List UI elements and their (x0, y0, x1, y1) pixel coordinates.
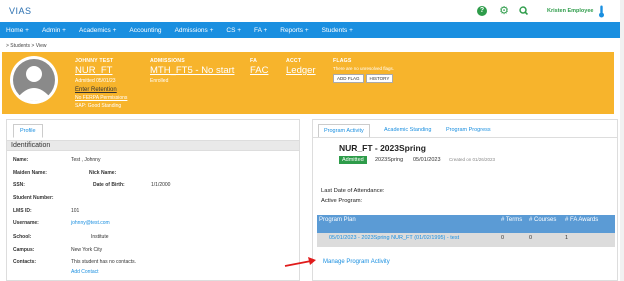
status-badge: Admitted (339, 156, 367, 164)
user-name[interactable]: Kristen Employee (547, 8, 593, 14)
program-title: NUR_FT - 2023Spring (339, 143, 426, 153)
dob-value: 1/1/2000 (151, 182, 171, 188)
field-lms-id: LMS ID: 101 (13, 208, 80, 214)
program-link[interactable]: NUR_FT (75, 65, 127, 76)
ledger-link[interactable]: Ledger (286, 65, 316, 76)
thermometer-icon[interactable] (598, 5, 605, 18)
admissions-link[interactable]: MTH_FT5 - No start (150, 65, 234, 76)
th-program-plan: Program Plan (317, 215, 499, 233)
annotation-arrow-icon (284, 257, 316, 267)
program-term: 2023Spring (375, 157, 404, 163)
fa-label: FA (250, 58, 258, 64)
nav-reports[interactable]: Reports + (280, 27, 308, 34)
created-date: Created on 01/26/2023 (449, 157, 496, 162)
td-courses: 0 (527, 233, 563, 247)
name-value: Test , Johnny (71, 157, 101, 163)
ferpa-link[interactable]: No FERPA Permissions (75, 95, 127, 101)
td-terms: 0 (499, 233, 527, 247)
nav-accounting[interactable]: Accounting (129, 27, 161, 34)
top-bar: VIAS ? ⚙ Kristen Employee (0, 0, 624, 22)
page-scrollbar[interactable] (620, 0, 624, 281)
school-value: Institute (91, 234, 109, 240)
student-banner: JOHNNY TEST NUR_FT Admitted 05/01/23 Ent… (2, 52, 614, 114)
gear-icon[interactable]: ⚙ (499, 6, 509, 17)
main-nav: Home + Admin + Academics + Accounting Ad… (0, 22, 624, 38)
td-fa-awards: 1 (563, 233, 615, 247)
fa-column: FA FAC (250, 58, 268, 76)
student-name: JOHNNY TEST (75, 58, 114, 64)
lms-id-value: 101 (71, 208, 80, 214)
person-silhouette-icon (11, 57, 57, 103)
field-contacts: Contacts: This student has no contacts. (13, 259, 137, 265)
app-logo[interactable]: VIAS (9, 6, 32, 16)
nav-students[interactable]: Students + (322, 27, 353, 34)
nick-name-label: Nick Name: (89, 170, 117, 176)
admissions-column: ADMISSIONS MTH_FT5 - No start Enrolled (150, 58, 234, 84)
admissions-status: Enrolled (150, 78, 169, 84)
identification-header: Identification (7, 140, 299, 151)
profile-panel: Profile Identification Name: Test , John… (6, 119, 300, 281)
manage-program-activity-link[interactable]: Manage Program Activity (323, 259, 390, 265)
tab-program-progress[interactable]: Program Progress (441, 124, 496, 136)
add-contact-link[interactable]: Add Contact (71, 269, 99, 275)
help-circle-icon[interactable]: ? (477, 6, 487, 16)
admitted-date: Admitted 05/01/23 (75, 78, 116, 84)
sap-status: SAP: Good Standing (75, 103, 122, 109)
acct-column: ACCT Ledger (286, 58, 316, 76)
nav-admin[interactable]: Admin + (42, 27, 66, 34)
nav-fa[interactable]: FA + (254, 27, 267, 34)
nav-cs[interactable]: CS + (226, 27, 241, 34)
fa-link[interactable]: FAC (250, 65, 268, 76)
admissions-label: ADMISSIONS (150, 58, 185, 64)
th-fa-awards: # FA Awards (563, 215, 615, 233)
flags-label: FLAGS (333, 58, 352, 64)
field-campus: Campus: New York City (13, 247, 103, 253)
tab-academic-standing[interactable]: Academic Standing (379, 124, 436, 136)
nav-academics[interactable]: Academics + (79, 27, 116, 34)
campus-value: New York City (71, 247, 103, 253)
tab-profile[interactable]: Profile (13, 124, 43, 138)
field-school: School: Institute (13, 234, 109, 240)
add-flag-button[interactable]: ADD FLAG (333, 74, 364, 83)
program-activity-panel: Program Activity Academic Standing Progr… (312, 119, 618, 281)
contacts-value: This student has no contacts. (71, 259, 137, 265)
last-attendance-label: Last Date of Attendance: (321, 188, 385, 194)
field-student-number: Student Number: (13, 195, 54, 201)
breadcrumb[interactable]: > Students > View (6, 43, 47, 49)
field-maiden-name: Maiden Name: Nick Name: (13, 170, 117, 176)
th-courses: # Courses (527, 215, 563, 233)
username-link[interactable]: johnny@test.com (71, 220, 110, 226)
nav-home[interactable]: Home + (6, 27, 29, 34)
acct-label: ACCT (286, 58, 302, 64)
search-icon[interactable] (519, 6, 529, 16)
field-username: Username: johnny@test.com (13, 220, 110, 226)
dob-label: Date of Birth: (93, 182, 125, 188)
program-column: JOHNNY TEST NUR_FT Admitted 05/01/23 Ent… (75, 58, 127, 109)
tab-program-activity[interactable]: Program Activity (318, 124, 370, 138)
active-program-label: Active Program: (321, 198, 363, 204)
program-plan-link[interactable]: 05/01/2023 - 2023Spring NUR_FT (01/02/19… (317, 233, 499, 247)
history-button[interactable]: HISTORY (365, 74, 394, 83)
nav-admissions[interactable]: Admissions + (175, 27, 214, 34)
tab-divider (313, 137, 617, 138)
field-name: Name: Test , Johnny (13, 157, 101, 163)
avatar (10, 56, 58, 104)
flags-column: FLAGS There are no unresolved flags. ADD… (333, 58, 395, 83)
field-ssn: SSN: Date of Birth: 1/1/2000 (13, 182, 171, 188)
enter-retention-link[interactable]: Enter Retention (75, 87, 127, 93)
program-start-date: 05/01/2023 (413, 157, 441, 163)
th-terms: # Terms (499, 215, 527, 233)
